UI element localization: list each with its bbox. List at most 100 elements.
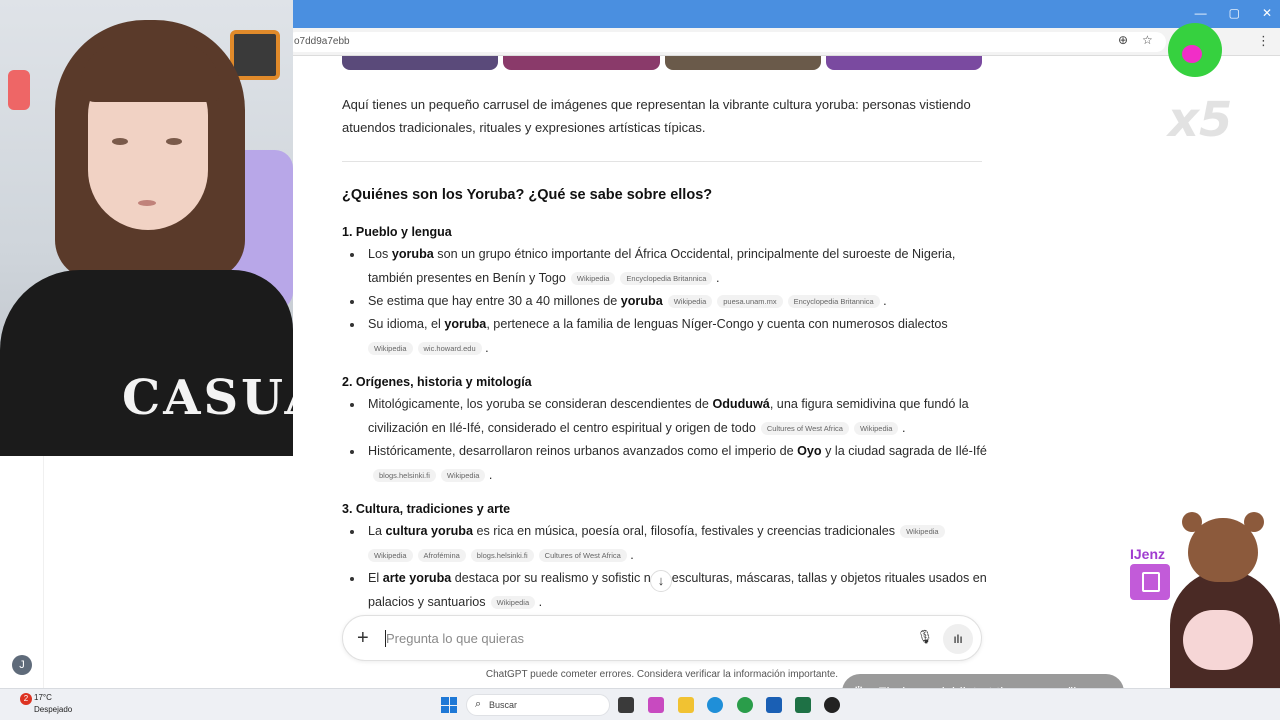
list-item: La cultura yoruba es rica en música, poe… — [350, 520, 988, 567]
streamer-name: IJenz — [1130, 546, 1166, 562]
list-item: El arte yoruba destaca por su realismo y… — [350, 567, 988, 614]
image-carousel[interactable] — [342, 56, 982, 70]
start-button[interactable] — [441, 697, 457, 713]
bullet-text: Su idioma, el — [368, 317, 445, 331]
bullet-text: Los — [368, 247, 392, 261]
citation-chip[interactable]: blogs.helsinki.fi — [470, 548, 534, 562]
list-item: Su idioma, el yoruba, pertenece a la fam… — [350, 313, 988, 360]
bullet-text: La — [368, 524, 386, 538]
weather-badge[interactable]: 2 — [20, 693, 32, 705]
bullet-bold: yoruba — [444, 317, 487, 331]
prompt-input-bar[interactable]: + Pregunta lo que quieras 🎙 ılı — [342, 615, 982, 661]
citation-chip[interactable]: Afrofémina — [417, 548, 466, 562]
vtuber-face — [1183, 610, 1253, 670]
bullet-text: destaca por su realismo y sofistic n en … — [368, 571, 987, 609]
sidebar-rail — [0, 456, 44, 688]
excel-icon[interactable] — [795, 697, 811, 713]
bullet-bold: yoruba — [620, 294, 663, 308]
citation-chip[interactable]: puesa.unam.mx — [717, 295, 783, 309]
bullet-bold: cultura yoruba — [385, 524, 473, 538]
list-item: Históricamente, desarrollaron reinos urb… — [350, 440, 988, 487]
citation-chip[interactable]: Wikipedia — [570, 271, 616, 285]
app-icon[interactable] — [824, 697, 840, 713]
windows-logo-icon — [441, 697, 449, 705]
section-title: 1. Pueblo y lengua — [342, 225, 452, 239]
browser-menu-icon[interactable]: ⋮ — [1257, 33, 1270, 49]
user-avatar[interactable]: J — [12, 655, 32, 675]
search-icon: ⌕ — [475, 698, 482, 710]
copilot-icon[interactable] — [648, 697, 664, 713]
arrow-down-icon: ↓ — [657, 573, 665, 588]
voice-mode-button[interactable]: ılı — [943, 624, 973, 654]
address-bar[interactable]: o7dd9a7ebb ⊕ ☆ — [286, 32, 1166, 52]
citation-chip[interactable]: Wikipedia — [490, 595, 536, 609]
twitch-icon — [1130, 564, 1170, 600]
citation-chip[interactable]: Wikipedia — [368, 341, 413, 355]
citation-chip[interactable]: Encyclopedia Britannica — [620, 271, 713, 285]
shirt-lettering: CASUAL — [122, 370, 293, 426]
webcam-overlay: CASUAL — [0, 0, 293, 456]
citation-chip[interactable]: wic.howard.edu — [417, 341, 482, 355]
task-view-icon[interactable] — [618, 697, 634, 713]
search-label: Buscar — [489, 700, 518, 710]
chrome-icon[interactable] — [737, 697, 753, 713]
bookmark-star-icon[interactable]: ☆ — [1142, 33, 1153, 47]
intro-paragraph: Aquí tienes un pequeño carrusel de imáge… — [342, 97, 971, 135]
list-item: Los yoruba son un grupo étnico important… — [350, 243, 988, 290]
carousel-image[interactable] — [664, 56, 821, 70]
windows-taskbar: 2 17°C Despejado ⌕ Buscar — [0, 688, 1280, 720]
bear-plush — [1182, 512, 1264, 582]
scroll-down-button[interactable]: ↓ — [650, 570, 672, 592]
bullet-text: y la ciudad sagrada de Ilé-Ifé — [821, 444, 987, 458]
bullet-text: Históricamente, desarrollaron reinos urb… — [368, 444, 798, 458]
prompt-input[interactable]: Pregunta lo que quieras — [386, 631, 524, 646]
mouth — [138, 200, 156, 206]
bullet-bold: Oduduwá — [712, 397, 770, 411]
weather-temperature[interactable]: 17°C — [34, 693, 52, 702]
windows-logo-icon — [441, 705, 449, 713]
carousel-image[interactable] — [825, 56, 982, 70]
list-item: Se estima que hay entre 30 a 40 millones… — [350, 290, 988, 314]
taskbar-search[interactable]: ⌕ Buscar — [466, 694, 610, 716]
eye — [112, 138, 128, 145]
carousel-image[interactable] — [342, 56, 499, 70]
screen: — ▢ ✕ o7dd9a7ebb ⊕ ☆ ⋮ J Aquí tienes un … — [0, 0, 1280, 720]
citation-chip[interactable]: Encyclopedia Britannica — [787, 295, 880, 309]
streamer-bangs — [80, 42, 220, 102]
streamer-shirt — [0, 270, 293, 456]
bullet-bold: Oyo — [797, 444, 822, 458]
weather-description[interactable]: Despejado — [34, 705, 72, 714]
section-divider — [342, 161, 982, 162]
bullet-text: es rica en música, poesía oral, filosofí… — [473, 524, 896, 538]
citation-chip[interactable]: Cultures of West Africa — [760, 421, 849, 435]
background-object — [230, 30, 280, 80]
answer-heading: ¿Quiénes son los Yoruba? ¿Qué se sabe so… — [342, 187, 713, 203]
citation-chip[interactable]: Wikipedia — [667, 295, 713, 309]
store-icon[interactable] — [766, 697, 782, 713]
edge-icon[interactable] — [707, 697, 723, 713]
citation-chip[interactable]: Cultures of West Africa — [538, 548, 627, 562]
file-explorer-icon[interactable] — [678, 697, 694, 713]
citation-chip[interactable]: Wikipedia — [853, 421, 899, 435]
bullet-text: Mitológicamente, los yoruba se considera… — [368, 397, 713, 411]
carousel-image[interactable] — [503, 56, 660, 70]
windows-logo-icon — [449, 697, 457, 705]
citation-chip[interactable]: Wikipedia — [368, 548, 413, 562]
citation-chip[interactable]: blogs.helsinki.fi — [373, 468, 436, 482]
microphone-icon[interactable]: 🎙 — [916, 629, 933, 645]
waveform-icon: ılı — [953, 632, 963, 646]
citation-chip[interactable]: Wikipedia — [900, 525, 945, 539]
maximize-icon[interactable]: ▢ — [1229, 6, 1240, 20]
ghost-emote-icon — [1160, 15, 1230, 85]
multiplier-label: x5 — [1168, 92, 1233, 148]
add-attachment-icon[interactable]: + — [357, 627, 369, 650]
close-icon[interactable]: ✕ — [1262, 6, 1272, 20]
section-title: 3. Cultura, tradiciones y arte — [342, 502, 511, 516]
zoom-icon[interactable]: ⊕ — [1118, 33, 1128, 47]
windows-logo-icon — [449, 705, 457, 713]
citation-chip[interactable]: Wikipedia — [440, 468, 486, 482]
figurine — [8, 70, 30, 110]
bullet-text: El — [368, 571, 383, 585]
url-text: o7dd9a7ebb — [294, 36, 350, 47]
list-item: Mitológicamente, los yoruba se considera… — [350, 393, 988, 440]
